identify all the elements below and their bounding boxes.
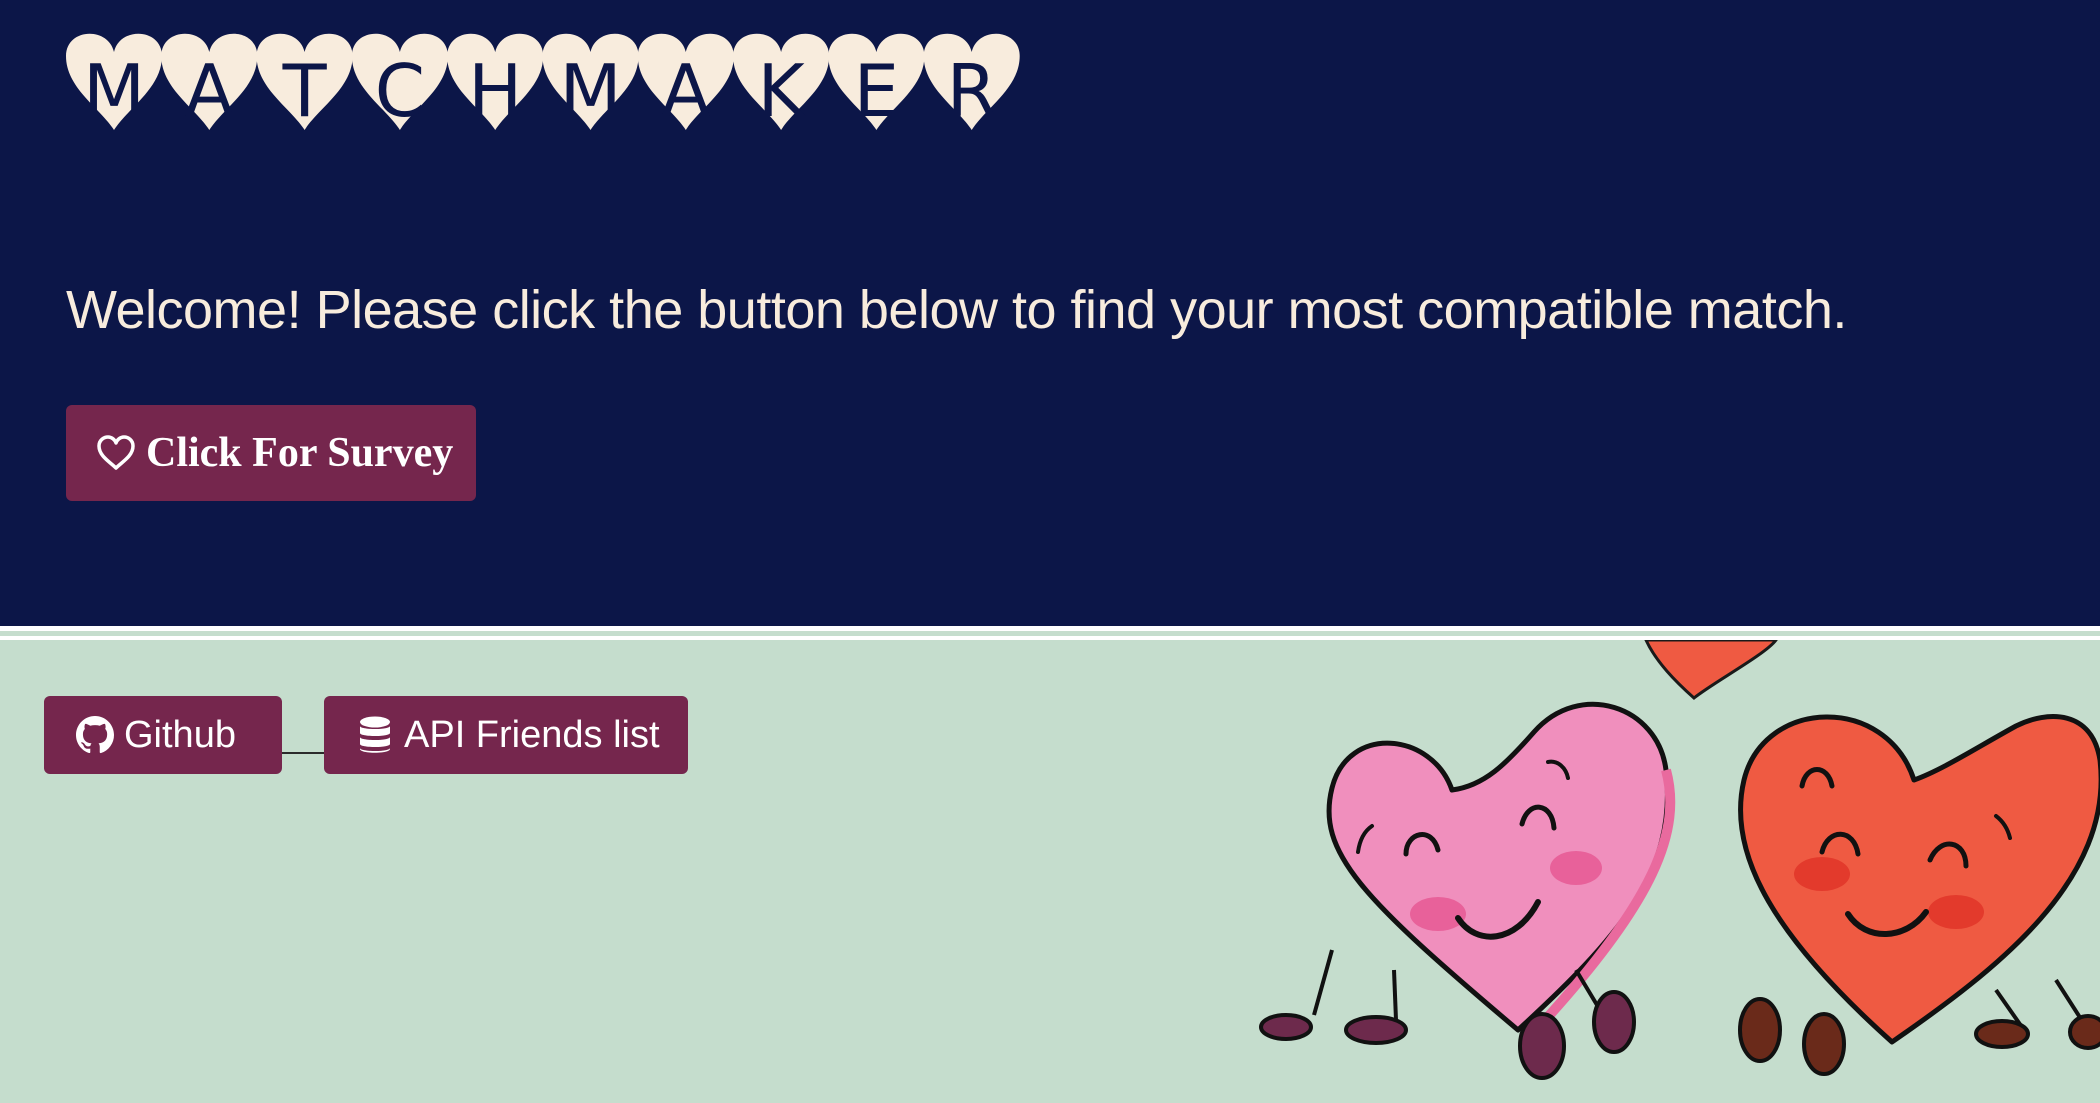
small-heart [1644, 640, 1778, 700]
api-friends-list-button[interactable]: API Friends list [324, 696, 688, 774]
logo-letter: M [83, 49, 145, 133]
logo-letter: A [661, 49, 710, 133]
survey-button[interactable]: Click For Survey [66, 405, 476, 501]
logo-letter: R [947, 49, 997, 133]
github-button-label: Github [124, 713, 236, 756]
database-icon [360, 716, 390, 753]
github-button[interactable]: Github [44, 696, 282, 774]
heart-outline-icon [97, 435, 135, 470]
api-friends-list-button-label: API Friends list [404, 713, 660, 756]
survey-button-label: Click For Survey [146, 430, 454, 476]
pink-heart-character [1259, 701, 1676, 1080]
logo-letter: H [468, 49, 522, 133]
github-icon [76, 716, 114, 754]
cartoon-hearts-illustration [1259, 640, 2100, 1080]
hero-section: MATCHMAKER Welcome! Please click the but… [0, 0, 2100, 626]
site-logo[interactable]: MATCHMAKER [66, 24, 1040, 144]
welcome-message: Welcome! Please click the button below t… [66, 280, 1847, 340]
logo-letter: K [757, 49, 806, 133]
button-connector-line [282, 752, 324, 754]
logo-letter: C [375, 49, 425, 133]
logo-hearts-graphic: MATCHMAKER [66, 33, 1020, 133]
footer-section: Github API Friends list [0, 640, 2100, 1103]
logo-letter: M [559, 49, 621, 133]
logo-letter: E [854, 49, 900, 133]
red-heart-character [1738, 714, 2100, 1076]
logo-letter: T [282, 49, 328, 133]
logo-letter: A [185, 49, 234, 133]
divider-line [0, 626, 2100, 631]
